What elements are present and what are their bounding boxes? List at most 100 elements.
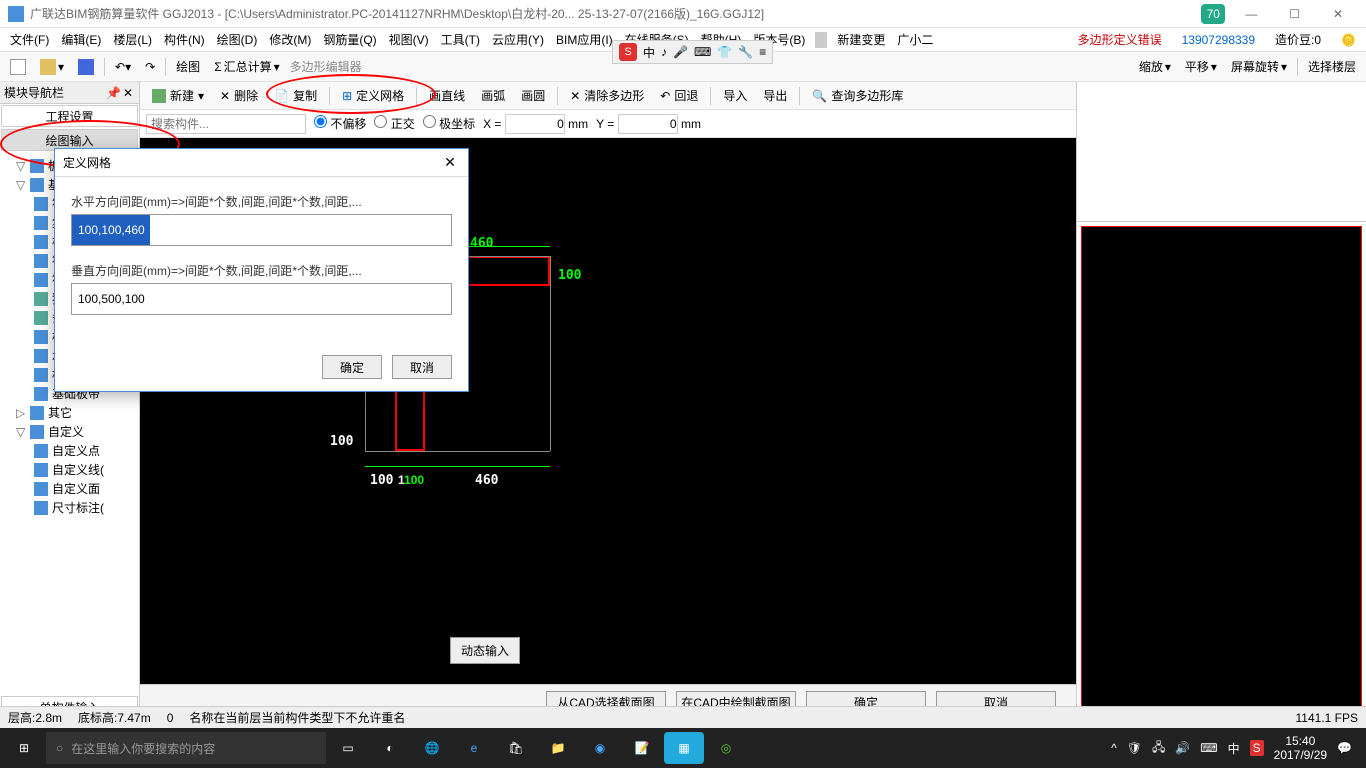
menu-cloud[interactable]: 云应用(Y) — [486, 31, 550, 48]
define-grid-button[interactable]: ⊞ 定义网格 — [336, 85, 410, 106]
menu-modify[interactable]: 修改(M) — [263, 31, 317, 48]
menu-view[interactable]: 视图(V) — [383, 31, 435, 48]
tray-keyboard-icon[interactable]: ⌨ — [1200, 741, 1217, 755]
right-panel — [1076, 82, 1366, 742]
h-spacing-input[interactable] — [71, 214, 452, 246]
nav-project-settings[interactable]: 工程设置 — [1, 105, 138, 127]
draw-arc-button[interactable]: 画弧 — [475, 85, 511, 106]
store-icon[interactable]: 🛍 — [496, 732, 536, 764]
rotate-button[interactable]: 屏幕旋转▾ — [1227, 56, 1291, 77]
delete-button[interactable]: ✕ 删除 — [214, 85, 264, 106]
dialog-ok-button[interactable]: 确定 — [322, 355, 382, 379]
redo-button[interactable]: ↷ — [141, 58, 159, 76]
clock[interactable]: 15:402017/9/29 — [1274, 734, 1327, 763]
menu-floor[interactable]: 楼层(L) — [107, 31, 158, 48]
taskbar: ⊞ ○ 在这里输入你要搜索的内容 ▭ ◐ 🌐 e 🛍 📁 ◉ 📝 ▦ ◎ ^ 🛡… — [0, 728, 1366, 768]
copy-button[interactable]: 📄 复制 — [268, 85, 323, 106]
bottom-elev: 底标高:7.47m — [78, 709, 151, 726]
y-input[interactable] — [618, 114, 678, 134]
tray-sogou-icon[interactable]: S — [1250, 740, 1264, 756]
maximize-button[interactable]: ☐ — [1275, 7, 1315, 21]
tree-node[interactable]: 自定义点 — [2, 441, 137, 460]
new-change-button[interactable]: 新建变更 — [831, 31, 891, 48]
ime-skin-icon[interactable]: 👕 — [717, 45, 732, 59]
ime-kbd-icon[interactable]: ⌨ — [694, 45, 711, 59]
back-button[interactable]: ↶ 回退 — [654, 85, 704, 106]
window-title: 广联达BIM钢筋算量软件 GGJ2013 - [C:\Users\Adminis… — [30, 5, 1195, 22]
start-button[interactable]: ⊞ — [4, 732, 44, 764]
open-button[interactable]: ▾ — [36, 57, 68, 77]
tree-node[interactable]: 自定义面 — [2, 479, 137, 498]
tray-network-icon[interactable]: 🖧 — [1152, 738, 1165, 759]
browser-icon[interactable]: 🌐 — [412, 732, 452, 764]
new-doc-button[interactable] — [6, 57, 30, 77]
taskbar-search[interactable]: ○ 在这里输入你要搜索的内容 — [46, 732, 326, 764]
count: 0 — [167, 711, 174, 725]
dialog-header[interactable]: 定义网格 ✕ — [55, 149, 468, 177]
user-label[interactable]: 广小二 — [891, 31, 939, 48]
tree-node[interactable]: ▽自定义 — [2, 422, 137, 441]
cortana-icon[interactable]: ◐ — [370, 732, 410, 764]
new-button[interactable]: 新建▾ — [146, 85, 210, 106]
ime-tool-icon[interactable]: 🔧 — [738, 45, 753, 59]
tree-node[interactable]: ▷其它 — [2, 403, 137, 422]
radio-ortho[interactable]: 正交 — [374, 115, 414, 132]
tray-volume-icon[interactable]: 🔊 — [1175, 741, 1190, 755]
dialog-close-icon[interactable]: ✕ — [440, 154, 460, 171]
draw-circle-button[interactable]: 画圆 — [515, 85, 551, 106]
menu-bim[interactable]: BIM应用(I) — [550, 31, 619, 48]
save-button[interactable] — [74, 57, 98, 77]
menu-edit[interactable]: 编辑(E) — [55, 31, 107, 48]
pan-button[interactable]: 平移▾ — [1181, 56, 1221, 77]
import-button[interactable]: 导入 — [717, 85, 753, 106]
ime-punct-icon[interactable]: ♪ — [661, 45, 667, 59]
export-button[interactable]: 导出 — [757, 85, 793, 106]
zoom-button[interactable]: 缩放▾ — [1135, 56, 1175, 77]
dialog-cancel-button[interactable]: 取消 — [392, 355, 452, 379]
fps-label: 1141.1 FPS — [1296, 711, 1358, 725]
nav-pin-icon[interactable]: 📌 — [106, 86, 121, 100]
menu-rebar[interactable]: 钢筋量(Q) — [317, 31, 382, 48]
close-button[interactable]: ✕ — [1318, 7, 1358, 21]
menu-draw[interactable]: 绘图(D) — [211, 31, 264, 48]
task-view-icon[interactable]: ▭ — [328, 732, 368, 764]
menu-file[interactable]: 文件(F) — [4, 31, 55, 48]
tray-up-icon[interactable]: ^ — [1111, 741, 1117, 755]
radio-no-offset[interactable]: 不偏移 — [314, 115, 366, 132]
notifications-icon[interactable]: 💬 — [1337, 741, 1352, 755]
app-icon-2[interactable]: 📝 — [622, 732, 662, 764]
radio-polar[interactable]: 极坐标 — [423, 115, 475, 132]
ime-menu-icon[interactable]: ≡ — [759, 45, 766, 59]
edge-icon[interactable]: e — [454, 732, 494, 764]
search-input[interactable] — [146, 114, 306, 134]
x-input[interactable] — [505, 114, 565, 134]
draw-line-button[interactable]: 画直线 — [423, 85, 471, 106]
app-icon-3[interactable]: ▦ — [664, 732, 704, 764]
minimize-button[interactable]: — — [1231, 7, 1271, 21]
ime-mic-icon[interactable]: 🎤 — [673, 45, 688, 59]
app-icon-4[interactable]: ◎ — [706, 732, 746, 764]
tray-shield-icon[interactable]: 🛡 — [1127, 741, 1142, 755]
preview-canvas[interactable] — [1081, 226, 1362, 738]
sum-button[interactable]: Σ 汇总计算▾ — [210, 56, 283, 77]
dim-bot-2: 1100 — [398, 473, 424, 488]
app-icon-1[interactable]: ◉ — [580, 732, 620, 764]
clear-poly-button[interactable]: ✕ 清除多边形 — [564, 85, 650, 106]
select-floor-button[interactable]: 选择楼层 — [1304, 56, 1360, 77]
tree-node[interactable]: 尺寸标注( — [2, 498, 137, 517]
ime-lang[interactable]: 中 — [643, 44, 655, 61]
menu-member[interactable]: 构件(N) — [158, 31, 211, 48]
v-spacing-input[interactable] — [71, 283, 452, 315]
dim-right-1: 100 — [558, 268, 581, 283]
menu-tool[interactable]: 工具(T) — [435, 31, 486, 48]
nav-close-icon[interactable]: ✕ — [121, 86, 135, 100]
explorer-icon[interactable]: 📁 — [538, 732, 578, 764]
ime-toolbar[interactable]: S 中 ♪ 🎤 ⌨ 👕 🔧 ≡ — [612, 40, 773, 64]
undo-button[interactable]: ↶▾ — [111, 58, 135, 76]
tree-node[interactable]: 自定义线( — [2, 460, 137, 479]
draw-button[interactable]: 绘图 — [172, 56, 204, 77]
query-poly-button[interactable]: 🔍 查询多边形库 — [806, 85, 909, 106]
dynamic-input-button[interactable]: 动态输入 — [450, 637, 520, 664]
tray-ime-icon[interactable]: 中 — [1228, 740, 1240, 757]
phone-label[interactable]: 13907298339 — [1176, 33, 1261, 47]
